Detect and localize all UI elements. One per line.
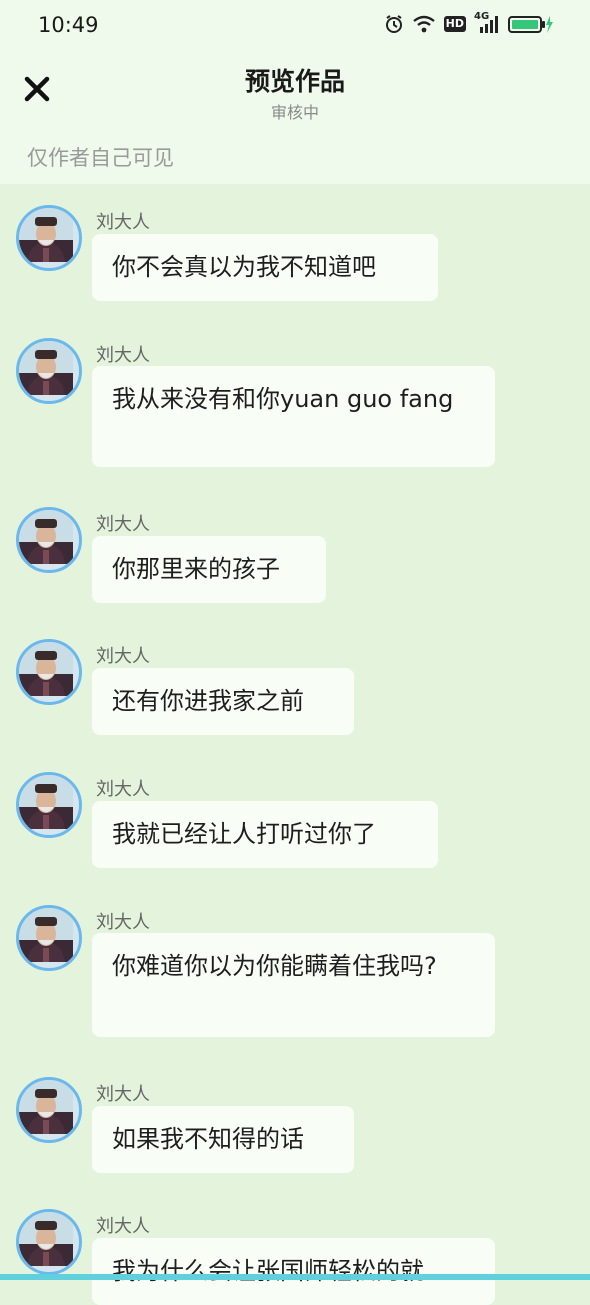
- message-bubble[interactable]: 我就已经让人打听过你了: [92, 801, 438, 868]
- review-status: 审核中: [270, 103, 319, 122]
- status-icons: HD 4G: [384, 11, 554, 34]
- sender-name: 刘大人: [96, 345, 150, 366]
- avatar[interactable]: [16, 205, 82, 271]
- signal-icon: 4G: [474, 11, 500, 34]
- hd-icon: HD: [443, 16, 466, 32]
- visibility-note: 仅作者自己可见: [27, 146, 174, 170]
- avatar[interactable]: [16, 1077, 82, 1143]
- sender-name: 刘大人: [96, 212, 150, 233]
- status-time: 10:49: [38, 13, 99, 37]
- message-bubble[interactable]: 你难道你以为你能瞒着住我吗?: [92, 933, 495, 1037]
- bottom-bar: [0, 1274, 590, 1280]
- avatar[interactable]: [16, 772, 82, 838]
- sender-name: 刘大人: [96, 646, 150, 667]
- message-bubble[interactable]: 我从来没有和你yuan guo fang: [92, 366, 495, 467]
- sender-name: 刘大人: [96, 912, 150, 933]
- sender-name: 刘大人: [96, 1216, 150, 1237]
- battery-icon: [508, 16, 553, 33]
- sender-name: 刘大人: [96, 514, 150, 535]
- page-title: 预览作品: [244, 67, 345, 96]
- wifi-icon: [412, 15, 435, 33]
- avatar[interactable]: [16, 338, 82, 404]
- avatar[interactable]: [16, 1209, 82, 1275]
- alarm-icon: [385, 15, 402, 33]
- message-bubble[interactable]: 你那里来的孩子: [92, 536, 326, 603]
- status-bar: 10:49 HD 4G: [0, 0, 590, 52]
- header: 预览作品 审核中 仅作者自己可见: [0, 52, 590, 184]
- avatar[interactable]: [16, 905, 82, 971]
- sender-name: 刘大人: [96, 779, 150, 800]
- sender-name: 刘大人: [96, 1084, 150, 1105]
- avatar[interactable]: [16, 507, 82, 573]
- avatar[interactable]: [16, 639, 82, 705]
- message-bubble[interactable]: 如果我不知得的话: [92, 1106, 354, 1173]
- message-bubble[interactable]: 还有你进我家之前: [92, 668, 354, 735]
- message-bubble[interactable]: 你不会真以为我不知道吧: [92, 234, 438, 301]
- message-bubble[interactable]: 我为什么会让张国师轻松的就: [92, 1238, 495, 1305]
